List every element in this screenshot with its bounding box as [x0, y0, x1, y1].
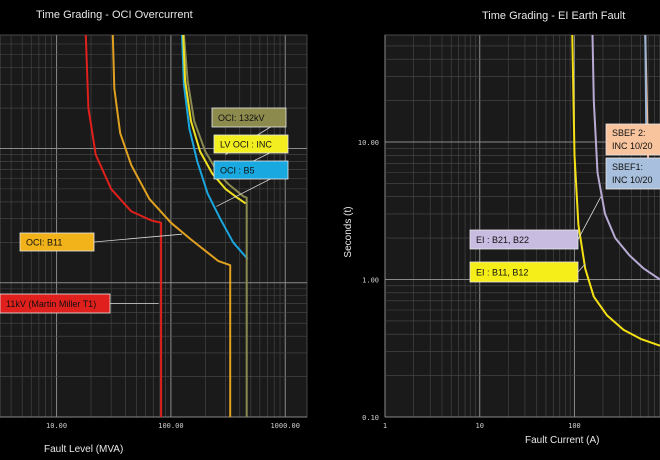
callout-label: OCI: B11 — [26, 238, 62, 248]
callout-label: SBEF1: — [612, 162, 643, 172]
callout-label: OCI: 132kV — [218, 113, 265, 123]
x-tick-label: 10.00 — [46, 422, 67, 430]
callout-label-line2: INC 10/20 — [612, 175, 653, 185]
y-tick-label: 1.00 — [362, 276, 379, 284]
y-tick-label: 10.00 — [358, 139, 379, 147]
x-tick-label: 1000.00 — [270, 422, 300, 430]
callout-label: OCI : B5 — [220, 166, 255, 176]
right-x-axis-title: Fault Current (A) — [525, 435, 599, 446]
x-tick-label: 1 — [383, 422, 387, 430]
left-plot-area — [0, 34, 308, 418]
x-tick-label: 10 — [476, 422, 484, 430]
callout-label-line2: INC 10/20 — [612, 141, 653, 151]
callout-label: SBEF 2: — [612, 128, 646, 138]
x-tick-label: 100.00 — [158, 422, 183, 430]
left-chart-title: Time Grading - OCI Overcurrent — [36, 9, 193, 21]
right-chart-title: Time Grading - EI Earth Fault — [482, 10, 625, 22]
right-y-axis-title: Seconds (t) — [343, 206, 354, 257]
time-grading-figure: Time Grading - OCI Overcurrent 10.00 100.… — [0, 0, 660, 460]
right-plot-area — [384, 34, 660, 418]
x-tick-label: 100 — [568, 422, 581, 430]
callout-label: 11kV (Martin Miller T1) — [6, 299, 96, 309]
y-tick-label: 0.10 — [362, 414, 379, 422]
callout-label: LV OCI : INC — [220, 140, 272, 150]
callout-label: EI : B11, B12 — [476, 268, 528, 278]
left-x-axis-title: Fault Level (MVA) — [44, 444, 123, 455]
callout-label: EI : B21, B22 — [476, 235, 529, 245]
